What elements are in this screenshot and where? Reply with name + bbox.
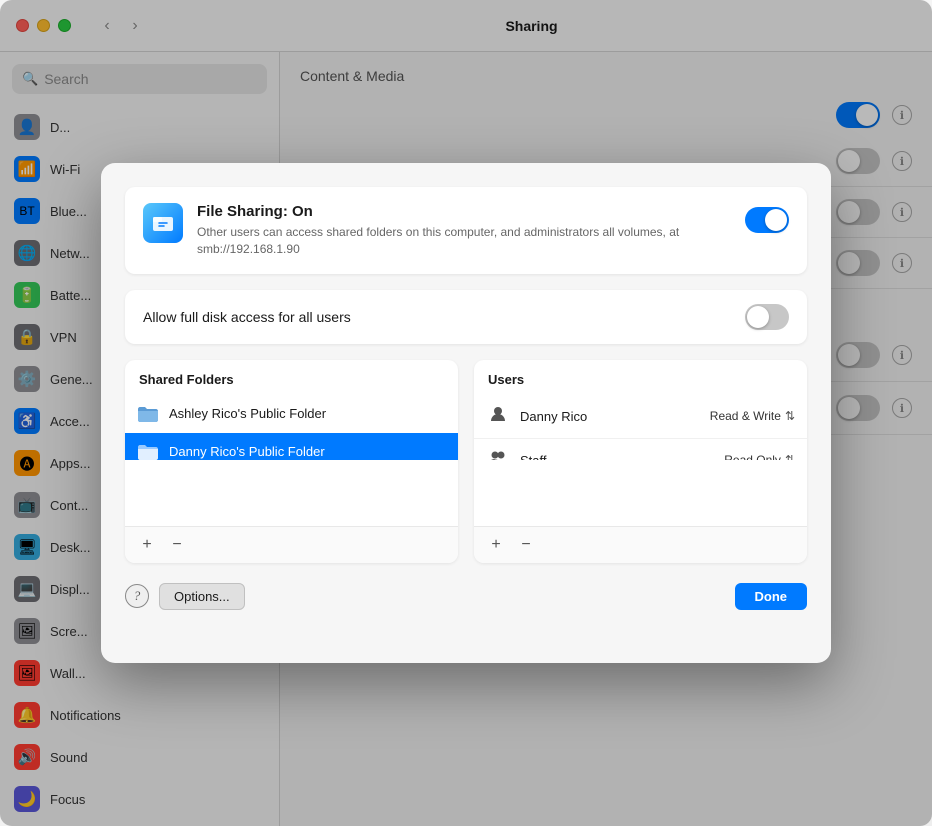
full-disk-label: Allow full disk access for all users xyxy=(143,309,351,325)
shared-folders-list: Ashley Rico's Public Folder Danny Rico's… xyxy=(125,395,458,461)
file-sharing-title: File Sharing: On xyxy=(197,203,731,220)
folder-item-danny[interactable]: Danny Rico's Public Folder xyxy=(125,433,458,461)
users-footer: + − xyxy=(474,526,807,563)
file-sharing-desc: Other users can access shared folders on… xyxy=(197,224,731,258)
footer-left: ? Options... xyxy=(125,583,245,610)
file-sharing-card: File Sharing: On Other users can access … xyxy=(125,187,807,274)
users-header: Users xyxy=(474,360,807,395)
users-list: Danny Rico Read & Write ⇅ xyxy=(474,395,807,461)
modal-overlay: File Sharing: On Other users can access … xyxy=(0,0,932,826)
file-sharing-icon xyxy=(143,203,183,243)
danny-access-label: Read & Write xyxy=(710,409,781,423)
file-sharing-toggle-thumb xyxy=(765,209,787,231)
users-panel: Users Danny Rico Read & Write xyxy=(474,360,807,563)
user-danny-name: Danny Rico xyxy=(520,409,700,424)
user-row-staff[interactable]: Staff Read Only ⇅ xyxy=(474,439,807,461)
danny-stepper-icon: ⇅ xyxy=(785,409,795,423)
shared-folders-header: Shared Folders xyxy=(125,360,458,395)
remove-folder-button[interactable]: − xyxy=(167,535,187,555)
staff-stepper-icon: ⇅ xyxy=(785,453,795,460)
options-button[interactable]: Options... xyxy=(159,583,245,610)
shared-folders-footer: + − xyxy=(125,526,458,563)
folder-icon-danny xyxy=(137,443,159,461)
folders-spacer xyxy=(125,460,458,526)
full-disk-row: Allow full disk access for all users xyxy=(125,290,807,344)
full-disk-toggle[interactable] xyxy=(745,304,789,330)
user-person-icon xyxy=(486,405,510,428)
staff-name: Staff xyxy=(520,453,714,461)
remove-user-button[interactable]: − xyxy=(516,535,536,555)
users-spacer xyxy=(474,460,807,526)
shared-folders-panel: Shared Folders Ashley Rico's Public Fold… xyxy=(125,360,458,563)
dialog-footer: ? Options... Done xyxy=(125,583,807,610)
file-sharing-text: File Sharing: On Other users can access … xyxy=(197,203,731,258)
two-column-section: Shared Folders Ashley Rico's Public Fold… xyxy=(125,360,807,563)
staff-person-icon xyxy=(486,449,510,461)
file-sharing-left: File Sharing: On Other users can access … xyxy=(143,203,731,258)
staff-access-select[interactable]: Read Only ⇅ xyxy=(724,453,795,460)
folder-ashley-label: Ashley Rico's Public Folder xyxy=(169,406,326,421)
full-disk-toggle-thumb xyxy=(747,306,769,328)
user-row-danny[interactable]: Danny Rico Read & Write ⇅ xyxy=(474,395,807,439)
danny-access-select[interactable]: Read & Write ⇅ xyxy=(710,409,795,423)
add-folder-button[interactable]: + xyxy=(137,535,157,555)
help-button[interactable]: ? xyxy=(125,584,149,608)
add-user-button[interactable]: + xyxy=(486,535,506,555)
folder-danny-label: Danny Rico's Public Folder xyxy=(169,444,325,459)
folder-item-ashley[interactable]: Ashley Rico's Public Folder xyxy=(125,395,458,433)
sharing-dialog: File Sharing: On Other users can access … xyxy=(101,163,831,663)
file-sharing-toggle[interactable] xyxy=(745,207,789,233)
done-button[interactable]: Done xyxy=(735,583,808,610)
folder-icon-ashley xyxy=(137,405,159,423)
staff-access-label: Read Only xyxy=(724,453,781,460)
